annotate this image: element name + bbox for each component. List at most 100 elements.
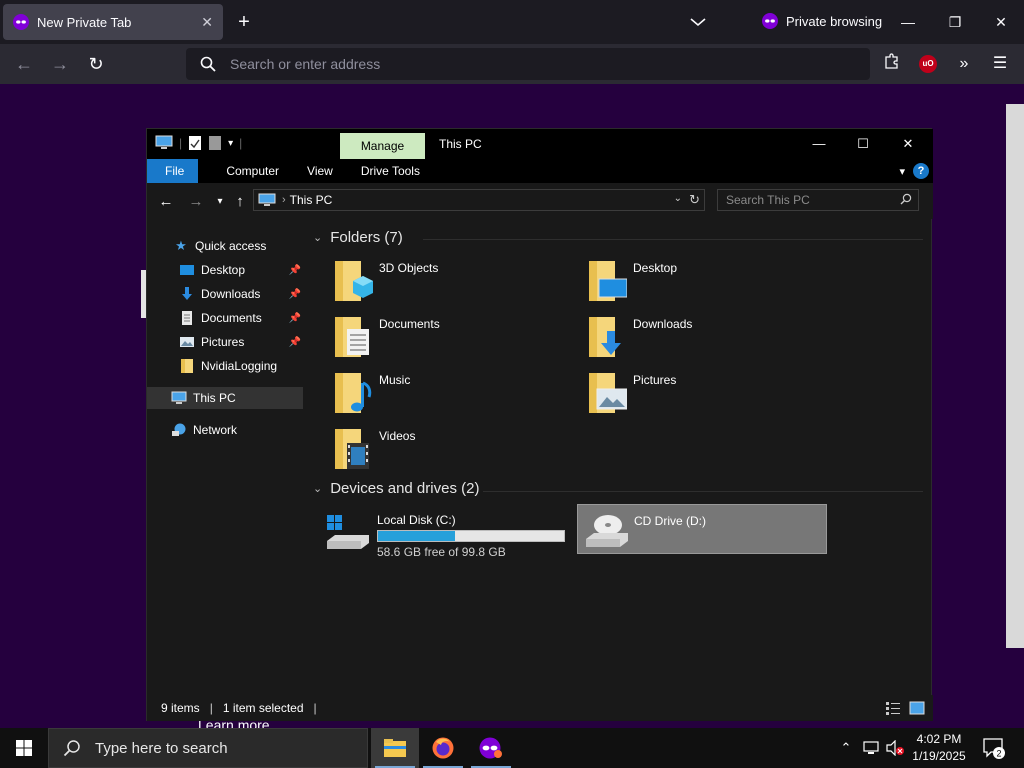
drive-local-disk-c[interactable]: Local Disk (C:) 58.6 GB free of 99.8 GB (325, 507, 575, 559)
pictures-folder-icon (589, 373, 627, 413)
back-button[interactable]: ← (12, 52, 36, 76)
taskbar-search-box[interactable]: Type here to search (48, 728, 368, 768)
address-bar[interactable]: › This PC ⌄ ↻ (253, 189, 705, 211)
sidebar-item-desktop[interactable]: Desktop 📌 (147, 259, 303, 281)
taskbar-search-placeholder: Type here to search (95, 739, 228, 757)
sidebar-item-this-pc[interactable]: This PC (147, 387, 303, 409)
folder-3d-objects[interactable]: 3D Objects (333, 257, 573, 307)
notification-icon: 2 (983, 738, 1005, 759)
tab-drive-tools[interactable]: Drive Tools (347, 159, 434, 183)
ribbon-right-controls: ▾ ? (899, 163, 929, 179)
sidebar-item-label: NvidiaLogging (201, 359, 278, 373)
firefox-tab-bar: New Private Tab ✕ + Private browsing — ❐… (0, 0, 1024, 44)
puzzle-icon (885, 53, 898, 69)
folder-downloads[interactable]: Downloads (587, 313, 827, 363)
start-button[interactable] (0, 728, 48, 768)
pin-icon: 📌 (288, 288, 301, 300)
search-this-pc-input[interactable]: Search This PC (717, 189, 919, 211)
windows-logo-icon (16, 740, 32, 756)
volume-muted-icon[interactable] (884, 728, 906, 768)
drive-cd-d[interactable]: CD Drive (D:) (577, 504, 827, 554)
address-dropdown-icon[interactable]: ⌄ (674, 193, 682, 204)
tiles-view-icon[interactable] (909, 701, 925, 715)
folder-name: Downloads (633, 317, 693, 331)
page-scrollbar[interactable] (1006, 104, 1024, 648)
action-center-button[interactable]: 2 (982, 736, 1006, 760)
explorer-close-button[interactable]: ✕ (890, 133, 926, 155)
tab-file[interactable]: File (147, 159, 199, 183)
folder-name: Pictures (633, 373, 677, 387)
reload-button[interactable]: ↻ (84, 52, 108, 76)
restore-button[interactable]: ❐ (941, 8, 969, 36)
ublock-origin-icon[interactable]: uO (919, 55, 937, 73)
private-browsing-icon (479, 737, 502, 759)
breadcrumb-this-pc[interactable]: This PC (290, 193, 333, 207)
close-tab-icon[interactable]: ✕ (201, 14, 213, 31)
folders-group-header[interactable]: ⌄ Folders (7) (313, 229, 403, 246)
address-row: ← → ▾ ↑ › This PC ⌄ ↻ Search This PC (147, 183, 933, 219)
content-pane: ⌄ Folders (7) 3D Objects Desktop Documen… (303, 219, 933, 695)
hamburger-menu-icon[interactable]: ☰ (988, 52, 1012, 76)
firefox-nav-bar: ← → ↻ Search or enter address uO » ☰ (0, 44, 1024, 84)
recent-locations-chevron-icon[interactable]: ▾ (211, 193, 229, 211)
close-window-button[interactable]: ✕ (987, 8, 1015, 36)
explorer-forward-button[interactable]: → (187, 193, 205, 211)
taskbar-file-explorer[interactable] (371, 728, 419, 768)
explorer-maximize-button[interactable]: ☐ (845, 133, 881, 155)
explorer-back-button[interactable]: ← (157, 193, 175, 211)
properties-icon[interactable] (188, 135, 202, 151)
tab-manage[interactable]: Manage (340, 133, 425, 159)
devices-group-header[interactable]: ⌄ Devices and drives (2) (313, 480, 479, 497)
pin-icon: 📌 (288, 336, 301, 348)
group-divider (423, 239, 923, 240)
new-folder-icon[interactable] (208, 135, 222, 151)
status-separator: | (313, 701, 317, 715)
show-hidden-icons-chevron-icon[interactable]: ⌃ (836, 728, 856, 768)
folders-group-label: Folders (7) (330, 229, 403, 246)
tab-new-private[interactable]: New Private Tab ✕ (3, 4, 223, 40)
sidebar-item-downloads[interactable]: Downloads 📌 (147, 283, 303, 305)
minimize-button[interactable]: — (894, 8, 922, 36)
customize-qat-icon[interactable]: ▾ (228, 138, 233, 149)
up-one-level-button[interactable]: ↑ (231, 193, 249, 211)
system-clock[interactable]: 4:02 PM 1/19/2025 (908, 731, 970, 765)
new-tab-button[interactable]: + (232, 10, 256, 34)
folder-documents[interactable]: Documents (333, 313, 573, 363)
details-view-icon[interactable] (885, 701, 901, 715)
sidebar-item-documents[interactable]: Documents 📌 (147, 307, 303, 329)
overflow-chevrons-icon[interactable]: » (952, 52, 976, 76)
sidebar-item-pictures[interactable]: Pictures 📌 (147, 331, 303, 353)
taskbar-firefox-private[interactable] (467, 728, 515, 768)
downloads-folder-icon (589, 317, 621, 357)
expand-ribbon-chevron-icon[interactable]: ▾ (899, 165, 905, 178)
windows-taskbar: Type here to search ⌃ 4:02 PM 1/19/2025 … (0, 728, 1024, 768)
refresh-icon[interactable]: ↻ (689, 192, 700, 208)
folder-music[interactable]: Music (333, 369, 573, 419)
folder-videos[interactable]: Videos (333, 425, 573, 475)
private-browsing-label: Private browsing (786, 13, 883, 29)
music-folder-icon (335, 373, 372, 413)
drive-usage-bar (377, 530, 565, 542)
sidebar-item-nvidialogging[interactable]: NvidiaLogging (147, 355, 303, 377)
sidebar-item-quick-access[interactable]: ★ Quick access (147, 235, 303, 257)
search-icon (200, 56, 216, 72)
tab-view[interactable]: View (293, 159, 347, 183)
folder-pictures[interactable]: Pictures (587, 369, 827, 419)
private-mask-icon (762, 13, 778, 29)
list-tabs-chevron-icon[interactable] (688, 12, 708, 32)
folder-desktop[interactable]: Desktop (587, 257, 827, 307)
url-bar[interactable]: Search or enter address (186, 48, 870, 80)
forward-button[interactable]: → (48, 52, 72, 76)
explorer-minimize-button[interactable]: — (801, 133, 837, 155)
taskbar-firefox[interactable] (419, 728, 467, 768)
ribbon-tab-strip: File Computer View Drive Tools ▾ ? (147, 159, 933, 183)
extensions-icon[interactable] (880, 52, 904, 76)
sidebar-item-label: Network (193, 423, 238, 437)
tab-computer[interactable]: Computer (198, 159, 293, 183)
drive-name: CD Drive (D:) (634, 514, 706, 528)
network-status-icon[interactable] (860, 728, 882, 768)
sidebar-item-network[interactable]: Network (147, 419, 303, 441)
status-separator: | (209, 701, 213, 715)
quick-access-toolbar: | ▾ | (155, 135, 242, 151)
help-icon[interactable]: ? (913, 163, 929, 179)
